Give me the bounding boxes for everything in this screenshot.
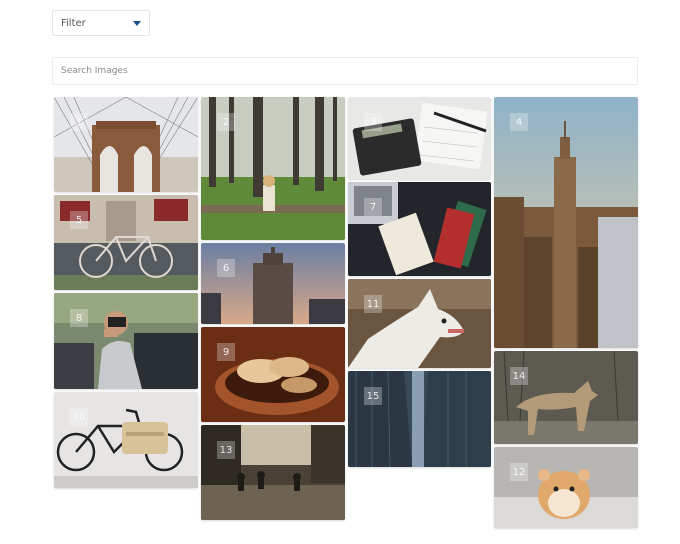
image-number: 9	[217, 343, 235, 361]
image-number: 14	[510, 367, 528, 385]
image-number: 6	[217, 259, 235, 277]
image-number: 1	[70, 113, 88, 131]
image-number: 3	[364, 113, 382, 131]
gallery-image-photographer[interactable]: 8	[54, 293, 198, 389]
gallery-image-bicycle-with-basket[interactable]: 10	[54, 392, 198, 488]
gallery-image-city-skyscraper-dusk[interactable]: 6	[201, 243, 345, 324]
gallery-image-laptop-and-notebook[interactable]: 7	[348, 182, 491, 276]
gallery-image-city-street-silhouettes[interactable]: 13	[201, 425, 345, 520]
chevron-down-icon	[133, 21, 141, 26]
image-number: 13	[217, 441, 235, 459]
image-number: 10	[70, 408, 88, 426]
bicycle-street-photo	[54, 195, 198, 290]
gallery-image-city-buildings[interactable]: 15	[348, 371, 491, 467]
gallery-image-calculator-and-pen[interactable]: 3	[348, 97, 491, 179]
image-number: 4	[510, 113, 528, 131]
gallery-image-hamster[interactable]: 12	[494, 447, 638, 528]
image-number: 15	[364, 387, 382, 405]
laptop-photo	[348, 182, 491, 276]
filter-dropdown[interactable]: Filter	[52, 10, 150, 36]
image-number: 5	[70, 211, 88, 229]
gallery-image-bicycle-on-street[interactable]: 5	[54, 195, 198, 290]
photographer-photo	[54, 293, 198, 389]
image-number: 7	[364, 198, 382, 216]
gallery-image-brooklyn-bridge[interactable]: 1	[54, 97, 198, 192]
image-number: 8	[70, 309, 88, 327]
gallery-image-white-dog[interactable]: 11	[348, 279, 491, 368]
image-number: 12	[510, 463, 528, 481]
wolf-photo	[494, 351, 638, 444]
dog-photo	[348, 279, 491, 368]
search-input[interactable]	[52, 57, 638, 85]
gallery-image-girl-in-forest[interactable]: 2	[201, 97, 345, 240]
calculator-photo	[348, 97, 491, 179]
bridge-photo	[54, 97, 198, 192]
bread-basket-photo	[201, 327, 345, 422]
image-number: 11	[364, 295, 382, 313]
street-photo	[201, 425, 345, 520]
city-buildings-photo	[348, 371, 491, 467]
filter-label: Filter	[61, 17, 86, 29]
image-number: 2	[217, 113, 235, 131]
gallery-image-bread-basket[interactable]: 9	[201, 327, 345, 422]
hamster-photo	[494, 447, 638, 528]
empire-state-photo	[494, 97, 638, 348]
skyscraper-photo	[201, 243, 345, 324]
gallery-image-empire-state-building[interactable]: 4	[494, 97, 638, 348]
bicycle-basket-photo	[54, 392, 198, 488]
gallery-image-wolf[interactable]: 14	[494, 351, 638, 444]
